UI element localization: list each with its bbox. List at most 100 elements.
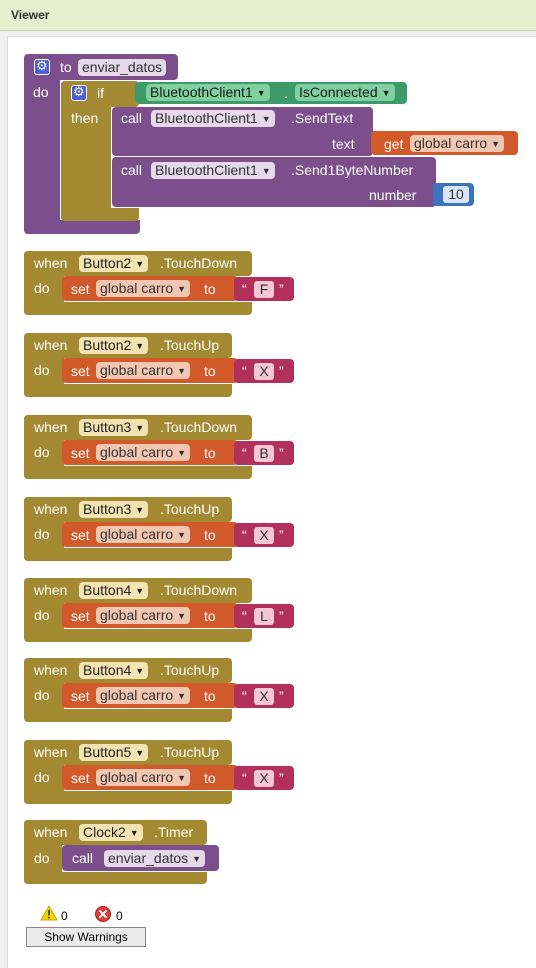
chevron-down-icon: ▼ xyxy=(135,505,145,515)
timer-footer xyxy=(24,872,207,884)
set-label: set xyxy=(71,281,90,297)
set-variable-label: global carro xyxy=(100,769,174,785)
chevron-down-icon: ▼ xyxy=(177,691,187,701)
set-variable-dropdown[interactable]: global carro ▼ xyxy=(96,280,191,297)
chevron-down-icon: ▼ xyxy=(177,448,187,458)
condition-component-label: BluetoothClient1 xyxy=(150,84,253,100)
procedure-gear-icon[interactable] xyxy=(34,58,50,75)
event-name: .TouchDown xyxy=(160,255,238,271)
event-component-dropdown[interactable]: Button4 ▼ xyxy=(79,662,149,679)
get-variable-dropdown[interactable]: global carro ▼ xyxy=(410,135,505,152)
call-procedure-label: call xyxy=(72,850,94,866)
event-component-label: Button4 xyxy=(83,662,132,678)
number-value-field[interactable]: 10 xyxy=(443,186,469,203)
set-variable-label: global carro xyxy=(100,607,174,623)
event-footer xyxy=(24,384,232,397)
send-text-component-dropdown[interactable]: BluetoothClient1 ▼ xyxy=(151,110,275,127)
condition-component-dropdown[interactable]: BluetoothClient1 ▼ xyxy=(146,84,270,101)
when-label: when xyxy=(34,255,68,271)
chevron-down-icon: ▼ xyxy=(192,854,202,864)
to-label: to xyxy=(204,770,216,786)
chevron-down-icon: ▼ xyxy=(491,139,501,149)
event-component-label: Button2 xyxy=(83,337,132,353)
set-label: set xyxy=(71,527,90,543)
timer-when-label: when xyxy=(34,824,68,840)
procedure-footer xyxy=(24,220,140,234)
if-label: if xyxy=(97,85,104,101)
event-component-dropdown[interactable]: Button2 ▼ xyxy=(79,337,149,354)
set-variable-label: global carro xyxy=(100,526,174,542)
chevron-down-icon: ▼ xyxy=(135,341,145,351)
open-quote-icon: “ xyxy=(242,688,247,704)
set-variable-dropdown[interactable]: global carro ▼ xyxy=(96,526,191,543)
to-label: to xyxy=(204,281,216,297)
event-name: .TouchDown xyxy=(160,582,238,598)
event-component-dropdown[interactable]: Button4 ▼ xyxy=(79,582,149,599)
if-gear-icon[interactable] xyxy=(71,84,87,101)
error-icon xyxy=(95,906,111,922)
show-warnings-button[interactable]: Show Warnings xyxy=(26,927,146,947)
close-quote-icon: ” xyxy=(279,608,284,624)
condition-property-dropdown[interactable]: IsConnected ▼ xyxy=(295,84,395,101)
text-value-field[interactable]: X xyxy=(254,363,274,380)
event-component-label: Button2 xyxy=(83,255,132,271)
text-value-field[interactable]: X xyxy=(254,527,274,544)
close-quote-icon: ” xyxy=(279,445,284,461)
timer-do-label: do xyxy=(34,850,50,866)
get-variable-label: global carro xyxy=(414,135,488,151)
chevron-down-icon: ▼ xyxy=(177,611,187,621)
event-component-dropdown[interactable]: Button3 ▼ xyxy=(79,501,149,518)
do-label: do xyxy=(34,444,50,460)
set-label: set xyxy=(71,608,90,624)
number-arg-label: number xyxy=(369,187,417,203)
chevron-down-icon: ▼ xyxy=(261,166,271,176)
text-value-field[interactable]: X xyxy=(254,688,274,705)
chevron-down-icon: ▼ xyxy=(177,773,187,783)
event-component-dropdown[interactable]: Button5 ▼ xyxy=(79,744,149,761)
event-component-dropdown[interactable]: Button2 ▼ xyxy=(79,255,149,272)
if-footer xyxy=(61,208,139,221)
text-value-field[interactable]: F xyxy=(254,281,274,298)
when-label: when xyxy=(34,337,68,353)
viewer-header: Viewer xyxy=(0,0,536,31)
event-component-dropdown[interactable]: Button3 ▼ xyxy=(79,419,149,436)
event-footer xyxy=(24,709,232,722)
chevron-down-icon: ▼ xyxy=(177,366,187,376)
event-footer xyxy=(24,466,252,479)
send-byte-method: .Send1ByteNumber xyxy=(291,162,414,178)
chevron-down-icon: ▼ xyxy=(135,586,145,596)
set-variable-dropdown[interactable]: global carro ▼ xyxy=(96,687,191,704)
text-value-field[interactable]: L xyxy=(254,608,274,625)
set-variable-dropdown[interactable]: global carro ▼ xyxy=(96,769,191,786)
text-value-field[interactable]: X xyxy=(254,770,274,787)
open-quote-icon: “ xyxy=(242,281,247,297)
call-procedure-dropdown[interactable]: enviar_datos ▼ xyxy=(104,850,206,867)
send-byte-component-dropdown[interactable]: BluetoothClient1 ▼ xyxy=(151,162,275,179)
when-label: when xyxy=(34,419,68,435)
call-label: call xyxy=(121,110,143,126)
set-variable-dropdown[interactable]: global carro ▼ xyxy=(96,362,191,379)
to-label: to xyxy=(60,59,72,75)
to-label: to xyxy=(204,363,216,379)
chevron-down-icon: ▼ xyxy=(129,828,139,838)
warning-count: 0 xyxy=(61,909,68,923)
close-quote-icon: ” xyxy=(279,770,284,786)
send-text-component-label: BluetoothClient1 xyxy=(155,110,258,126)
condition-property-label: IsConnected xyxy=(299,84,378,100)
text-value-field[interactable]: B xyxy=(254,445,274,462)
set-variable-dropdown[interactable]: global carro ▼ xyxy=(96,607,191,624)
event-component-label: Button3 xyxy=(83,501,132,517)
timer-component-dropdown[interactable]: Clock2 ▼ xyxy=(79,824,143,841)
event-name: .TouchUp xyxy=(160,662,220,678)
event-footer xyxy=(24,302,252,315)
procedure-body-left xyxy=(24,54,60,234)
procedure-name-field[interactable]: enviar_datos xyxy=(78,59,167,76)
close-quote-icon: ” xyxy=(279,281,284,297)
set-variable-dropdown[interactable]: global carro ▼ xyxy=(96,444,191,461)
send-byte-component-label: BluetoothClient1 xyxy=(155,162,258,178)
when-label: when xyxy=(34,501,68,517)
to-label: to xyxy=(204,688,216,704)
timer-event-name: .Timer xyxy=(154,824,194,840)
text-arg-label: text xyxy=(332,136,355,152)
to-label: to xyxy=(204,445,216,461)
